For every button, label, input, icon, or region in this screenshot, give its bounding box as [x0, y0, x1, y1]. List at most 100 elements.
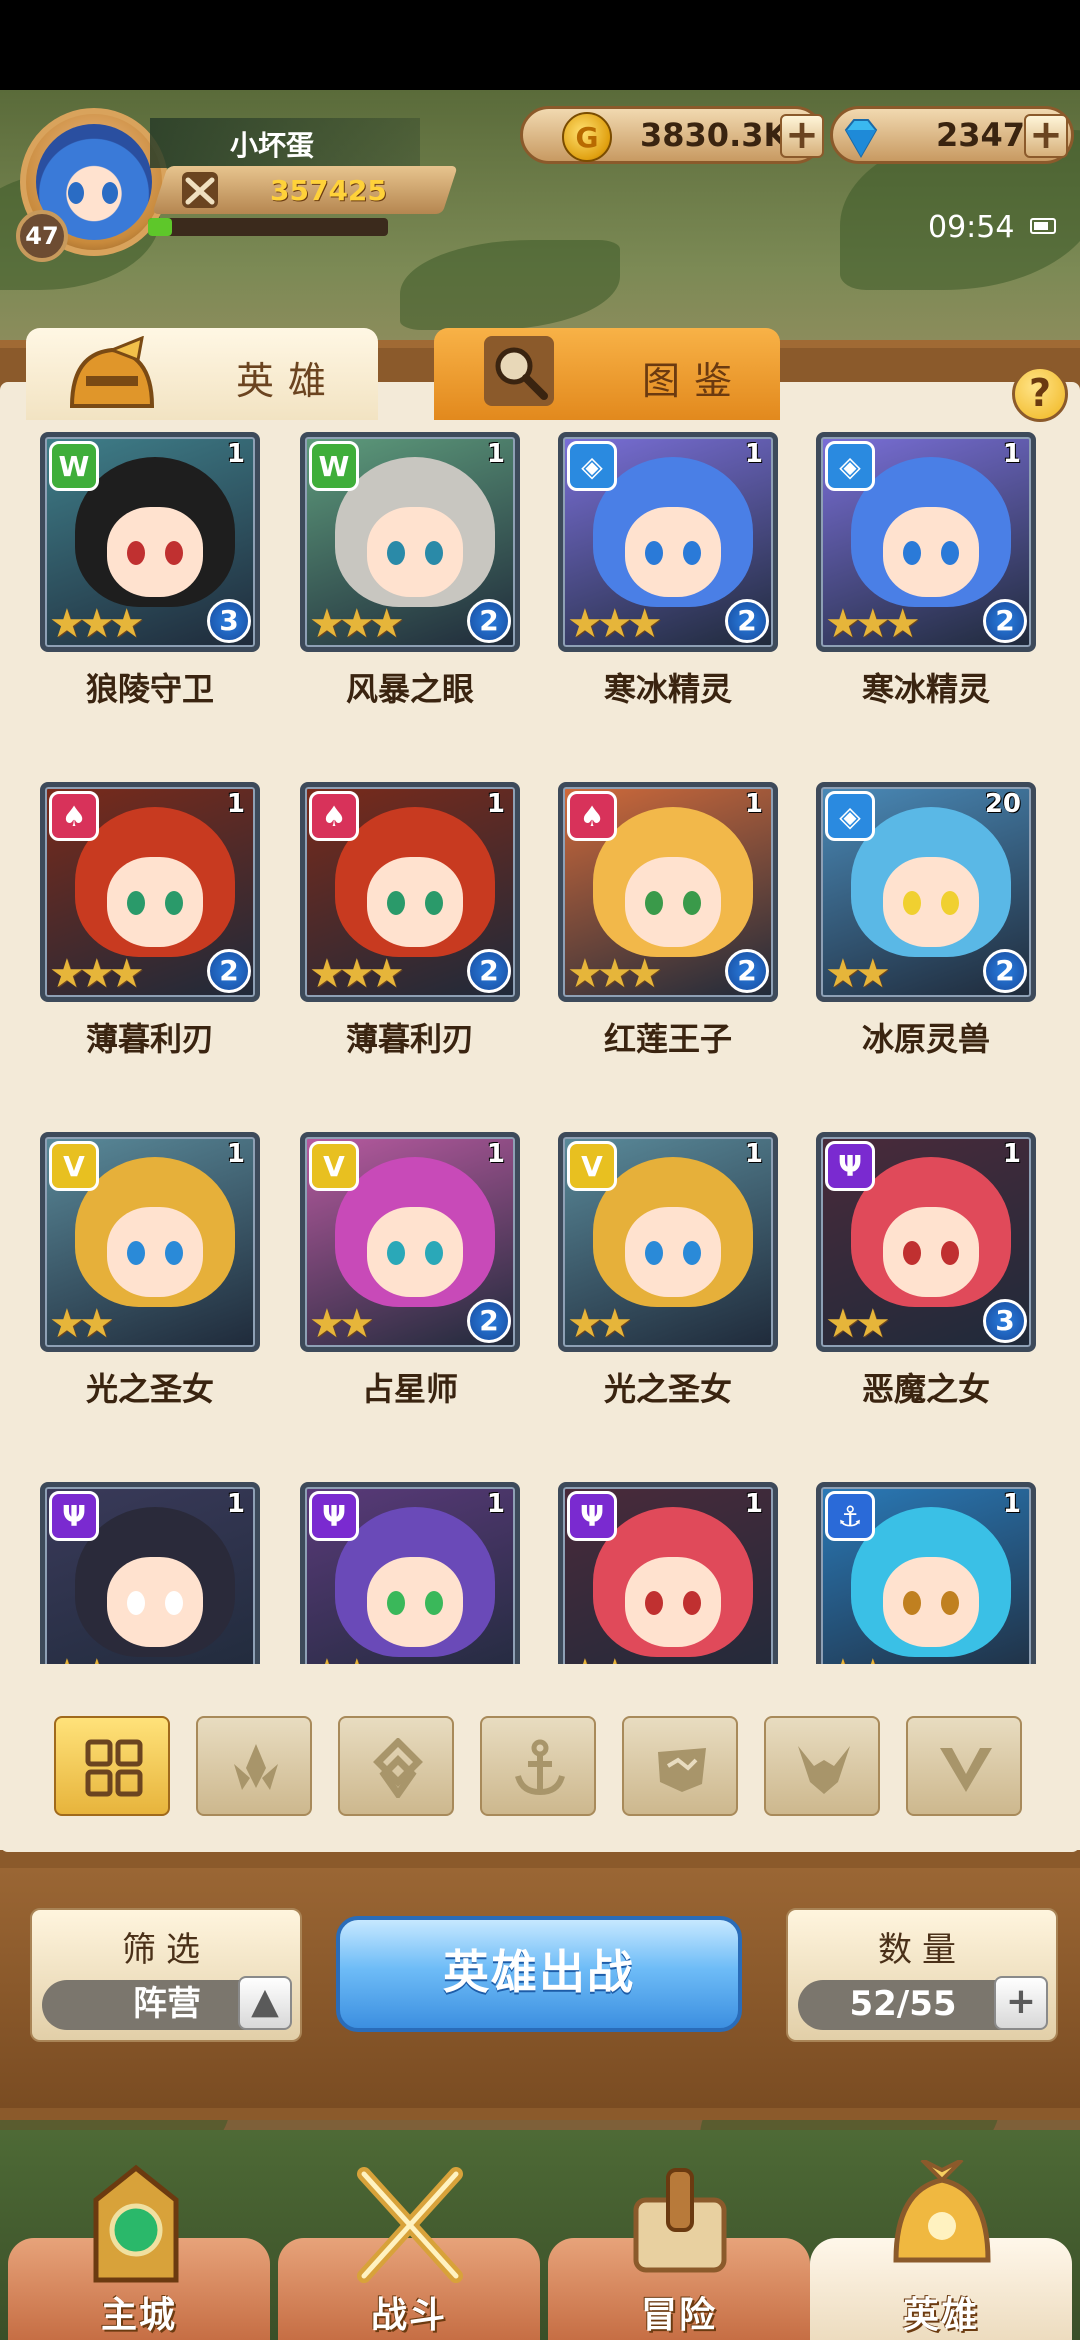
main-city-icon — [93, 2164, 179, 2283]
hero-stars: ★★★ — [49, 601, 145, 647]
hero-grid: W 1 ★★★ 3 狼陵守卫 W 1 ★★★ 2 风暴之眼 ◈ 1 ★★★ 2 寒冰精灵 ◈ 1 ★★★ 2 寒冰精灵… — [0, 424, 1080, 1664]
filter-ocean-button[interactable] — [480, 1716, 596, 1816]
hero-card[interactable]: W 1 ★★★ 2 风暴之眼 — [300, 428, 520, 748]
gold-value: 3830.3K — [640, 116, 789, 154]
faction-dark-icon: Ψ — [825, 1141, 875, 1191]
hero-stars: ★★ — [825, 1651, 891, 1664]
hero-portrait-face — [107, 507, 203, 597]
hero-portrait-eye — [941, 541, 959, 565]
hero-portrait-eye — [425, 1591, 443, 1615]
faction-dark-icon: Ψ — [567, 1491, 617, 1541]
hero-portrait-eye — [387, 1591, 405, 1615]
hero-card[interactable]: ◈ 1 ★★★ 2 寒冰精灵 — [558, 428, 778, 748]
hero-card[interactable]: V 1 ★★ 2 占星师 — [300, 1128, 520, 1448]
hero-level: 1 — [1002, 439, 1021, 469]
expand-capacity-button[interactable]: + — [994, 1976, 1048, 2030]
hero-portrait: ◈ 20 ★★ 2 — [816, 782, 1036, 1002]
faction-filter-bar — [0, 1670, 1080, 1850]
hero-name: 薄暮利刃 — [345, 1020, 474, 1058]
hero-portrait-face — [625, 507, 721, 597]
faction-ice-icon: ◈ — [567, 441, 617, 491]
gold-coin-icon: G — [562, 112, 612, 162]
hero-card[interactable]: ♠ 1 ★★★ 2 红莲王子 — [558, 778, 778, 1098]
hero-card[interactable]: Ψ 1 ★★ — [558, 1478, 778, 1664]
fire-icon — [234, 1744, 278, 1790]
faction-dark-icon: Ψ — [309, 1491, 359, 1541]
hero-name: 狼陵守卫 — [85, 670, 214, 708]
hero-stars: ★★ — [825, 951, 891, 997]
filter-toggle-button[interactable]: ▲ — [238, 1976, 292, 2030]
hero-stars: ★★ — [49, 1301, 115, 1347]
help-button[interactable]: ? — [1012, 366, 1068, 422]
player-level-badge: 47 — [16, 210, 68, 262]
hero-portrait-face — [367, 1557, 463, 1647]
hero-card[interactable]: ♠ 1 ★★★ 2 薄暮利刃 — [300, 778, 520, 1098]
hero-level: 1 — [1002, 1489, 1021, 1519]
add-gold-button[interactable]: + — [780, 114, 824, 158]
hero-portrait-face — [883, 857, 979, 947]
hero-portrait-eye — [683, 1241, 701, 1265]
light-icon — [940, 1748, 992, 1792]
hero-portrait-eye — [903, 541, 921, 565]
faction-light-icon: V — [567, 1141, 617, 1191]
ice-icon — [373, 1738, 423, 1798]
filter-light-button[interactable] — [906, 1716, 1022, 1816]
hero-portrait-eye — [941, 1591, 959, 1615]
hero-stars: ★★★ — [309, 601, 405, 647]
hero-card[interactable]: ♠ 1 ★★★ 2 薄暮利刃 — [40, 778, 260, 1098]
hero-card[interactable]: ⚓ 1 ★★ — [816, 1478, 1036, 1664]
hero-portrait: ⚓ 1 ★★ — [816, 1482, 1036, 1664]
hero-portrait-eye — [941, 891, 959, 915]
hero-portrait-eye — [387, 541, 405, 565]
hero-level: 1 — [486, 1489, 505, 1519]
hero-portrait-face — [367, 507, 463, 597]
filter-all-button[interactable] — [54, 1716, 170, 1816]
hero-portrait-eye — [127, 891, 145, 915]
hero-rank-badge: 2 — [467, 1299, 511, 1343]
hero-card[interactable]: V 1 ★★ 光之圣女 — [40, 1128, 260, 1448]
hero-portrait: Ψ 1 ★★ — [40, 1482, 260, 1664]
add-gems-button[interactable]: + — [1024, 114, 1068, 158]
hero-portrait-eye — [903, 1591, 921, 1615]
hero-name: 光之圣女 — [603, 1370, 732, 1408]
hero-portrait-eye — [645, 1241, 663, 1265]
hero-card[interactable]: Ψ 1 ★★ 3 恶魔之女 — [816, 1128, 1036, 1448]
hero-portrait-eye — [683, 891, 701, 915]
faction-dark-icon: Ψ — [49, 1491, 99, 1541]
hero-portrait: ♠ 1 ★★★ 2 — [40, 782, 260, 1002]
hero-rank-badge: 2 — [725, 949, 769, 993]
nav-heroes-label: 英雄 — [902, 2295, 979, 2336]
hero-portrait-eye — [941, 1241, 959, 1265]
tab-codex[interactable]: 图鉴 — [434, 328, 780, 420]
filter-fire-button[interactable] — [196, 1716, 312, 1816]
faction-fire-icon: ♠ — [49, 791, 99, 841]
deploy-heroes-button[interactable]: 英雄出战 — [336, 1916, 742, 2032]
nav-main-city-label: 主城 — [100, 2295, 177, 2336]
filter-title: 筛选 — [122, 1930, 210, 1970]
filter-beast-button[interactable] — [622, 1716, 738, 1816]
hero-card[interactable]: W 1 ★★★ 3 狼陵守卫 — [40, 428, 260, 748]
hero-portrait-face — [625, 1557, 721, 1647]
hero-level: 20 — [984, 789, 1021, 819]
hero-name: 薄暮利刃 — [85, 1020, 214, 1058]
filter-ice-button[interactable] — [338, 1716, 454, 1816]
hero-name: 寒冰精灵 — [603, 670, 732, 708]
hero-card[interactable]: Ψ 1 ★★ — [40, 1478, 260, 1664]
faction-light-icon: V — [49, 1141, 99, 1191]
hero-portrait: W 1 ★★★ 3 — [40, 432, 260, 652]
hero-card[interactable]: Ψ 1 ★★ — [300, 1478, 520, 1664]
hero-stars: ★★★ — [309, 951, 405, 997]
hero-portrait: ♠ 1 ★★★ 2 — [300, 782, 520, 1002]
hero-card[interactable]: ◈ 20 ★★ 2 冰原灵兽 — [816, 778, 1036, 1098]
hero-portrait: Ψ 1 ★★ — [558, 1482, 778, 1664]
hero-card[interactable]: ◈ 1 ★★★ 2 寒冰精灵 — [816, 428, 1036, 748]
hero-stars: ★★★ — [567, 601, 663, 647]
hero-name: 寒冰精灵 — [861, 670, 990, 708]
hero-card[interactable]: V 1 ★★ 光之圣女 — [558, 1128, 778, 1448]
hero-stars: ★★ — [567, 1651, 633, 1664]
filter-dark-button[interactable] — [764, 1716, 880, 1816]
tab-heroes[interactable]: 英雄 — [26, 328, 378, 420]
hero-portrait-eye — [165, 1591, 183, 1615]
player-name: 小坏蛋 — [230, 129, 315, 162]
anchor-icon — [515, 1739, 565, 1796]
